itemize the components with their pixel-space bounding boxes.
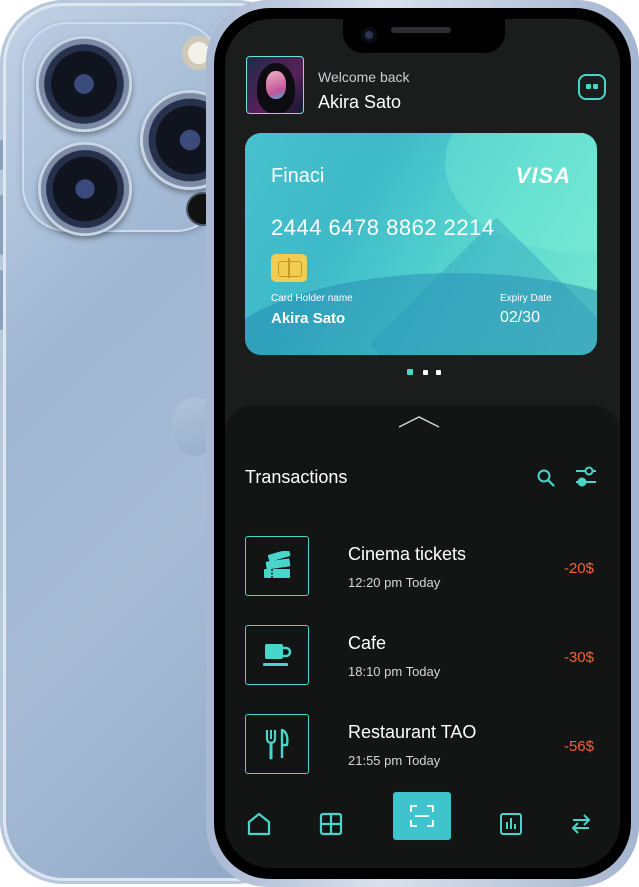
- home-icon[interactable]: [245, 810, 273, 838]
- transaction-amount: -30$: [563, 649, 594, 666]
- grid-icon[interactable]: [317, 810, 345, 838]
- welcome-text: Welcome back: [318, 69, 410, 85]
- transfer-icon[interactable]: [567, 810, 595, 838]
- transaction-time: 18:10 pm Today: [348, 664, 441, 679]
- chip-icon: [271, 254, 307, 282]
- volume-up-button: [0, 195, 3, 255]
- expiry-label: Expiry Date: [500, 293, 552, 304]
- scan-button[interactable]: [393, 792, 451, 840]
- card-brand: Finaci: [271, 165, 325, 187]
- fork-knife-icon: [245, 714, 309, 774]
- transaction-name: Cinema tickets: [348, 544, 467, 564]
- transaction-time: 12:20 pm Today: [348, 575, 441, 590]
- pager-dot-active[interactable]: [407, 369, 413, 375]
- card-holder-name: Akira Sato: [271, 310, 346, 327]
- mute-switch: [0, 140, 3, 170]
- volume-down-button: [0, 270, 3, 330]
- card-pager: [407, 369, 447, 375]
- transaction-row[interactable]: Cinema tickets 12:20 pm Today -20$: [245, 536, 597, 598]
- search-icon[interactable]: [537, 469, 555, 487]
- avatar[interactable]: [246, 56, 304, 114]
- card-holder-label: Card Holder name: [271, 293, 353, 304]
- transaction-row[interactable]: Restaurant TAO 21:55 pm Today -56$: [245, 714, 597, 776]
- chat-bubble-icon[interactable]: [578, 74, 606, 100]
- card-number: 2444 6478 8862 2214: [271, 215, 495, 240]
- front-camera-icon: [361, 27, 377, 43]
- camera-module: [22, 22, 240, 236]
- transaction-time: 21:55 pm Today: [348, 753, 441, 768]
- notch: [343, 19, 505, 53]
- transactions-title: Transactions: [245, 467, 348, 487]
- stats-icon[interactable]: [497, 810, 525, 838]
- transaction-name: Restaurant TAO: [348, 722, 477, 742]
- credit-card[interactable]: Finaci VISA 2444 6478 8862 2214 Card Hol…: [245, 133, 597, 355]
- transaction-amount: -56$: [563, 738, 594, 755]
- bottom-nav: [225, 778, 620, 868]
- app-screen: Welcome back Akira Sato Finaci VISA 2444…: [225, 19, 620, 868]
- filter-sliders-icon[interactable]: [575, 465, 597, 489]
- camera-lens-icon: [36, 36, 132, 132]
- expiry-value: 02/30: [500, 309, 541, 326]
- pager-dot[interactable]: [423, 370, 428, 375]
- scan-icon: [410, 805, 434, 827]
- front-phone: Welcome back Akira Sato Finaci VISA 2444…: [206, 0, 639, 887]
- chevron-up-icon[interactable]: [397, 415, 441, 429]
- user-name: Akira Sato: [318, 92, 402, 112]
- pager-dot[interactable]: [436, 370, 441, 375]
- earpiece-speaker: [391, 27, 451, 33]
- transaction-name: Cafe: [348, 633, 387, 653]
- profile-header: Welcome back Akira Sato: [246, 56, 606, 116]
- transaction-row[interactable]: Cafe 18:10 pm Today -30$: [245, 625, 597, 687]
- coffee-cup-icon: [245, 625, 309, 685]
- tickets-icon: [245, 536, 309, 596]
- camera-lens-icon: [38, 142, 132, 236]
- phone-bezel: Welcome back Akira Sato Finaci VISA 2444…: [214, 8, 631, 879]
- visa-logo: VISA: [515, 163, 571, 188]
- transaction-amount: -20$: [563, 560, 594, 577]
